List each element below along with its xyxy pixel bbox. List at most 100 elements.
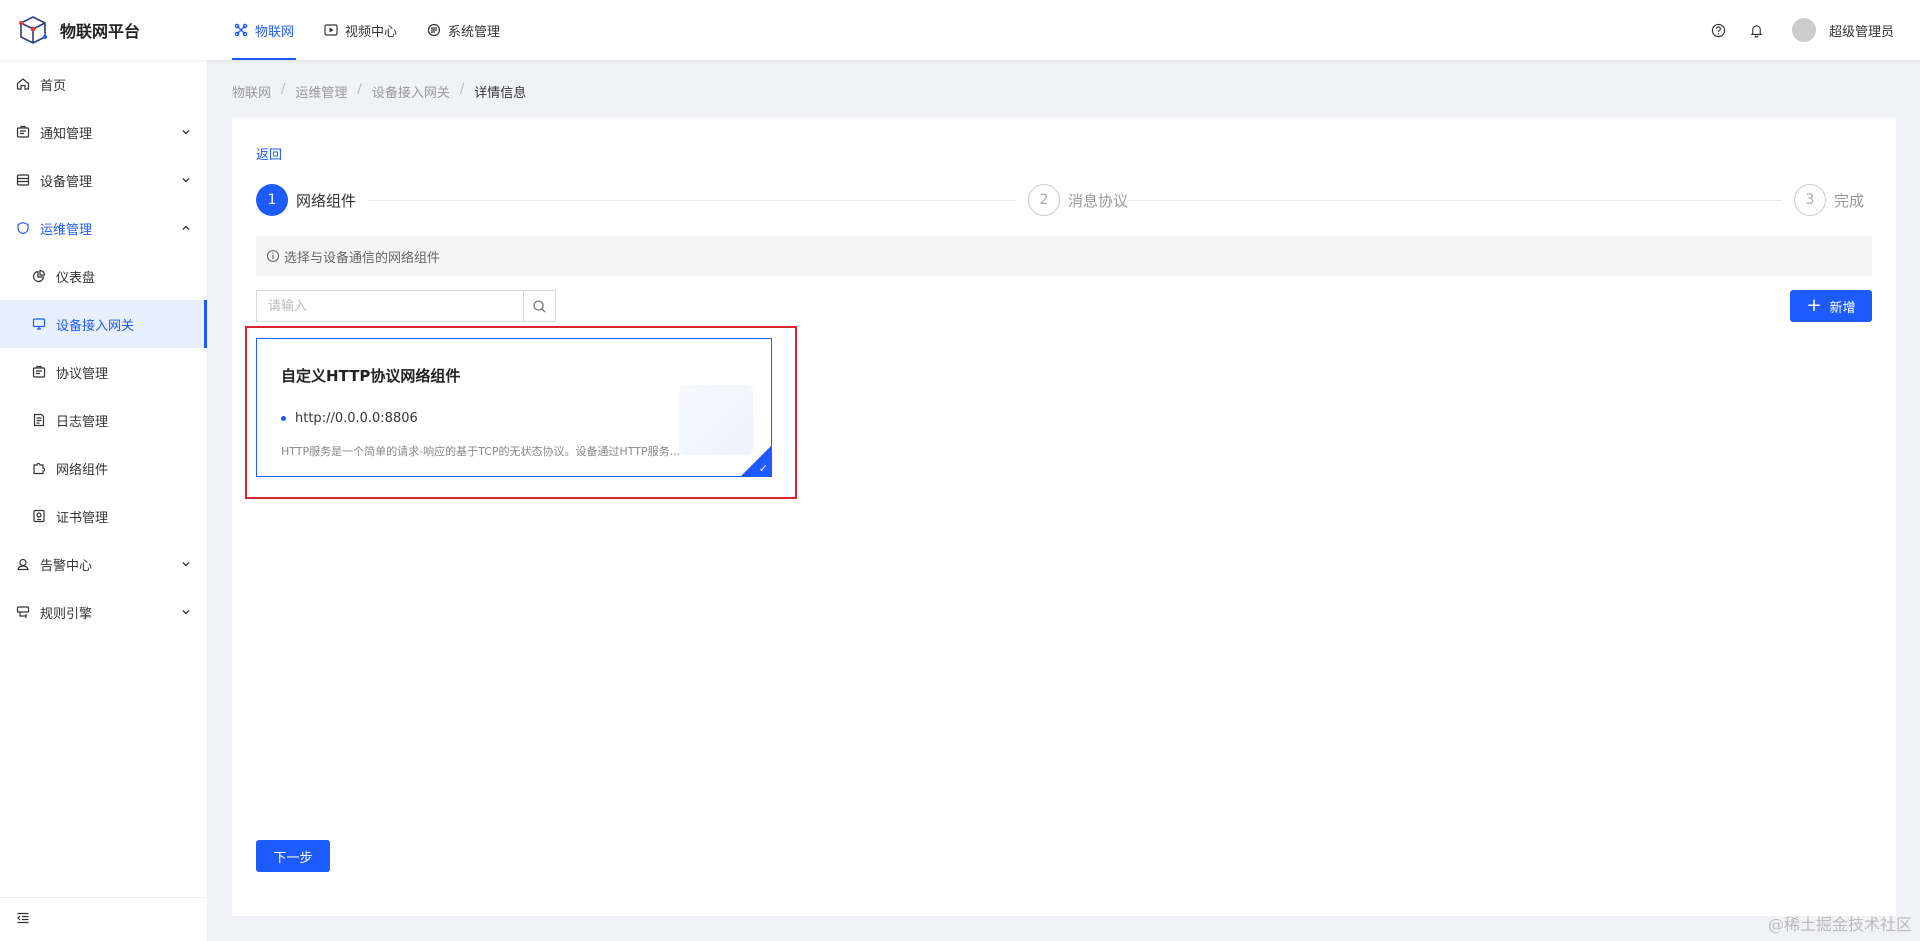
- sidebar-item-label: 运维管理: [40, 222, 93, 238]
- component-title: 自定义HTTP协议网络组件: [281, 367, 461, 385]
- sidebar-item-label: 规则引擎: [40, 606, 93, 622]
- sidebar-item-log[interactable]: 日志管理: [0, 396, 207, 444]
- step-1: 1 网络组件: [256, 184, 357, 216]
- protocol-icon: [32, 365, 46, 379]
- topnav-system-label: 系统管理: [448, 24, 501, 40]
- sidebar-item-label: 仪表盘: [56, 270, 96, 286]
- step-title: 完成: [1834, 191, 1865, 210]
- back-link[interactable]: 返回: [256, 144, 282, 163]
- search-icon: [533, 299, 546, 313]
- sidebar-item-label: 设备接入网关: [56, 318, 135, 334]
- sidebar-item-dashboard[interactable]: 仪表盘: [0, 252, 207, 300]
- step-connector: [368, 200, 1016, 201]
- bell-icon[interactable]: [1748, 21, 1766, 39]
- search-box: [256, 290, 556, 322]
- log-icon: [32, 413, 46, 427]
- chevron-up-icon: [181, 223, 191, 233]
- sidebar-item-device[interactable]: 设备管理: [0, 156, 207, 204]
- breadcrumb-item[interactable]: 设备接入网关: [372, 82, 450, 101]
- sidebar-item-label: 证书管理: [56, 510, 109, 526]
- step-title: 网络组件: [296, 191, 357, 210]
- topnav-system[interactable]: 系统管理: [425, 0, 502, 60]
- top-header: 物联网平台 物联网 视频中心 系统管理 超级管理员: [0, 0, 1920, 60]
- pie-chart-icon: [32, 269, 46, 283]
- watermark: @稀土掘金技术社区: [1767, 915, 1912, 934]
- sidebar-item-label: 日志管理: [56, 414, 109, 430]
- chevron-down-icon: [181, 127, 191, 137]
- plus-icon: +: [1806, 295, 1822, 316]
- sidebar-item-label: 设备管理: [40, 174, 93, 190]
- sidebar-item-notice[interactable]: 通知管理: [0, 108, 207, 156]
- info-icon: [266, 249, 280, 263]
- sidebar-item-label: 告警中心: [40, 558, 93, 574]
- sidebar-item-ops[interactable]: 运维管理: [0, 204, 207, 252]
- sidebar-item-label: 网络组件: [56, 462, 109, 478]
- topnav-video[interactable]: 视频中心: [322, 0, 399, 60]
- chevron-down-icon: [181, 559, 191, 569]
- logo[interactable]: 物联网平台: [0, 15, 208, 45]
- sidebar-item-alarm[interactable]: 告警中心: [0, 540, 207, 588]
- sidebar-collapse[interactable]: [0, 897, 207, 941]
- search-button[interactable]: [523, 291, 555, 321]
- shield-icon: [16, 221, 30, 235]
- sidebar-item-protocol[interactable]: 协议管理: [0, 348, 207, 396]
- header-right: 超级管理员: [1690, 18, 1920, 42]
- step-number: 3: [1794, 184, 1826, 216]
- component-address-text: http://0.0.0.0:8806: [295, 411, 418, 426]
- search-input[interactable]: [257, 291, 523, 321]
- component-description: HTTP服务是一个简单的请求-响应的基于TCP的无状态协议。设备通过HTTP服务…: [281, 445, 681, 458]
- breadcrumb-item[interactable]: 物联网: [232, 82, 271, 101]
- notice-icon: [16, 125, 30, 139]
- rule-engine-icon: [16, 605, 30, 619]
- sidebar-item-cert[interactable]: 证书管理: [0, 492, 207, 540]
- breadcrumb-current: 详情信息: [474, 86, 527, 101]
- check-icon: ✓: [758, 462, 768, 475]
- ops-submenu: 仪表盘 设备接入网关 协议管理 日志管理 网络组件 证书管理: [0, 252, 207, 540]
- sidebar-item-label: 通知管理: [40, 126, 93, 142]
- iot-icon: [234, 23, 248, 37]
- topnav-iot[interactable]: 物联网: [232, 0, 297, 60]
- sidebar-item-rule[interactable]: 规则引擎: [0, 588, 207, 636]
- top-nav: 物联网 视频中心 系统管理: [232, 0, 528, 60]
- step-title: 消息协议: [1068, 191, 1129, 210]
- steps: 1 网络组件 2 消息协议 3 完成: [256, 184, 1872, 216]
- step-number: 1: [256, 184, 288, 216]
- app-title: 物联网平台: [60, 22, 141, 41]
- step-2: 2 消息协议: [1028, 184, 1129, 216]
- cube-logo-icon: [19, 16, 47, 44]
- info-bar: 选择与设备通信的网络组件: [256, 236, 1872, 276]
- avatar[interactable]: [1791, 18, 1816, 42]
- username[interactable]: 超级管理员: [1829, 21, 1894, 40]
- topnav-iot-label: 物联网: [255, 24, 295, 40]
- step-3: 3 完成: [1794, 184, 1865, 216]
- monitor-icon: [32, 317, 46, 331]
- step-number: 2: [1028, 184, 1060, 216]
- breadcrumb-separator: /: [357, 82, 362, 97]
- sidebar-item-label: 首页: [40, 78, 67, 94]
- chevron-down-icon: [181, 607, 191, 617]
- status-dot: [281, 416, 286, 421]
- sidebar: 首页 通知管理 设备管理 运维管理 仪表盘 设备接入网关 协议管理 日志管理 网…: [0, 60, 208, 941]
- next-step-button[interactable]: 下一步: [256, 840, 330, 872]
- sidebar-item-label: 协议管理: [56, 366, 109, 382]
- add-button[interactable]: + 新增: [1790, 290, 1872, 322]
- breadcrumb-item[interactable]: 运维管理: [295, 82, 347, 101]
- sidebar-item-gateway[interactable]: 设备接入网关: [0, 300, 207, 348]
- sidebar-item-network[interactable]: 网络组件: [0, 444, 207, 492]
- help-icon[interactable]: [1710, 21, 1728, 39]
- add-button-label: 新增: [1829, 300, 1856, 316]
- certificate-icon: [32, 509, 46, 523]
- breadcrumb-separator: /: [281, 82, 286, 97]
- chevron-down-icon: [181, 175, 191, 185]
- info-text: 选择与设备通信的网络组件: [284, 250, 441, 266]
- menu-fold-icon: [16, 911, 30, 929]
- network-component-card[interactable]: 自定义HTTP协议网络组件 http://0.0.0.0:8806 HTTP服务…: [256, 338, 772, 477]
- breadcrumb: 物联网 / 运维管理 / 设备接入网关 / 详情信息: [232, 82, 526, 101]
- video-play-icon: [324, 23, 338, 37]
- step-connector: [1128, 200, 1782, 201]
- sidebar-item-home[interactable]: 首页: [0, 60, 207, 108]
- breadcrumb-separator: /: [459, 82, 465, 97]
- home-icon: [16, 77, 30, 91]
- system-icon: [427, 23, 441, 37]
- device-icon: [16, 173, 30, 187]
